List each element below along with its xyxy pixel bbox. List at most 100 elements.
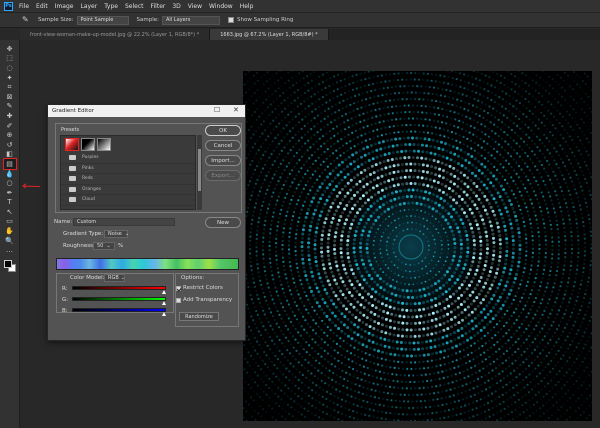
tab-document-1[interactable]: front-view-woman-make-up-model.jpg @ 22.… (20, 29, 211, 40)
artwork-dot (460, 293, 464, 297)
menu-image[interactable]: Image (55, 3, 74, 10)
artwork-dot (274, 107, 277, 111)
foreground-color-swatch[interactable] (3, 260, 12, 269)
red-channel-slider[interactable] (72, 286, 166, 290)
artwork-dot (473, 203, 477, 207)
artwork-dot (501, 345, 504, 348)
history-brush-icon[interactable]: ↺ (4, 140, 16, 150)
more-icon[interactable]: … (4, 245, 16, 255)
eraser-icon[interactable]: ◧ (4, 150, 16, 160)
magic-wand-icon[interactable]: ✦ (4, 73, 16, 83)
menu-type[interactable]: Type (104, 3, 118, 10)
preset-swatch-black-to-transparent[interactable] (81, 138, 95, 151)
sample-select[interactable]: All Layers (162, 15, 220, 25)
ok-button[interactable]: OK (205, 125, 241, 136)
blur-icon[interactable]: 💧 (4, 169, 16, 179)
zoom-icon[interactable]: 🔍 (4, 236, 16, 246)
cancel-button[interactable]: Cancel (205, 140, 241, 151)
color-swatches[interactable] (3, 259, 17, 273)
artwork-dot (362, 92, 365, 95)
randomize-button[interactable]: Randomize (179, 312, 219, 321)
green-channel-thumb[interactable] (161, 301, 166, 305)
tab-document-2[interactable]: 1663.jpg @ 67.2% (Layer 1, RGB/8#) * (210, 29, 329, 40)
menu-window[interactable]: Window (209, 3, 233, 10)
export-button[interactable]: Export... (205, 170, 241, 181)
dodge-icon[interactable]: ○ (4, 178, 16, 188)
move-icon[interactable]: ✥ (4, 44, 16, 54)
preset-folder[interactable]: Cloud (61, 195, 195, 206)
shape-icon[interactable]: ▭ (4, 217, 16, 227)
menu-select[interactable]: Select (125, 3, 144, 10)
artwork-dot (358, 270, 362, 274)
menu-filter[interactable]: Filter (151, 3, 166, 10)
preset-folder[interactable]: Oranges (61, 185, 195, 195)
type-icon[interactable]: T (4, 198, 16, 208)
import-button[interactable]: Import... (205, 155, 241, 166)
artwork-dot (512, 386, 515, 389)
artwork-dot (333, 247, 336, 251)
new-button[interactable]: New (205, 217, 241, 228)
artwork-dot (487, 371, 491, 374)
pen-icon[interactable]: ✒ (4, 188, 16, 198)
artwork-dot (517, 176, 520, 179)
restrict-colors-checkbox[interactable] (176, 286, 181, 291)
preset-folder[interactable]: Pinks (61, 164, 195, 174)
maximize-icon[interactable]: ☐ (214, 106, 220, 114)
add-transparency-checkbox[interactable] (176, 298, 181, 303)
blue-channel-slider[interactable] (72, 308, 166, 312)
stamp-icon[interactable]: ⊕ (4, 130, 16, 140)
hand-icon[interactable]: ✋ (4, 226, 16, 236)
menu-3d[interactable]: 3D (172, 3, 180, 10)
artwork-dot (570, 247, 574, 251)
menu-help[interactable]: Help (240, 3, 254, 10)
roughness-input[interactable]: 50 ⌄ (93, 242, 115, 250)
artwork-dot (448, 164, 452, 168)
photoshop-logo-icon[interactable]: Ps (4, 1, 13, 11)
artwork-dot (475, 407, 478, 410)
blue-channel-thumb[interactable] (161, 312, 166, 316)
green-channel-slider[interactable] (72, 297, 166, 301)
preset-swatch-foreground-to-background[interactable] (65, 138, 79, 151)
frame-icon[interactable]: ⊠ (4, 92, 16, 102)
eyedropper-icon[interactable]: ✎ (22, 15, 32, 25)
artwork-dot (505, 210, 509, 214)
artwork-dot (427, 366, 430, 369)
marquee-icon[interactable]: ⬚ (4, 54, 16, 64)
artwork-dot (333, 213, 337, 216)
preset-swatch-black-to-white[interactable] (97, 138, 111, 151)
name-input[interactable]: Custom (73, 218, 175, 226)
brush-icon[interactable]: ✐ (4, 121, 16, 131)
artwork-dot (396, 124, 400, 127)
document-canvas[interactable] (243, 71, 592, 421)
menu-layer[interactable]: Layer (80, 3, 97, 10)
color-model-select[interactable]: RGB ⌄ (104, 274, 125, 282)
sample-size-select[interactable]: Point Sample (76, 15, 129, 25)
presets-scroll-thumb[interactable] (198, 149, 201, 191)
presets-list[interactable]: Purples Pinks Reds Oranges Cloud (60, 135, 196, 210)
path-selection-icon[interactable]: ↖ (4, 207, 16, 217)
show-sampling-ring-checkbox[interactable] (228, 17, 234, 23)
crop-icon[interactable]: ⌗ (4, 82, 16, 92)
red-channel-thumb[interactable] (161, 290, 166, 294)
menu-view[interactable]: View (188, 3, 202, 10)
artwork-dot (252, 74, 255, 77)
artwork-dot (417, 262, 420, 265)
preset-folder[interactable]: Reds (61, 174, 195, 185)
artwork-dot (540, 379, 543, 383)
eyedropper-icon[interactable]: ✎ (4, 102, 16, 112)
artwork-dot (478, 369, 481, 372)
gradient-type-select[interactable]: Noise ⌄ (104, 230, 129, 238)
presets-scrollbar[interactable] (197, 135, 202, 210)
lasso-icon[interactable]: ◌ (4, 63, 16, 73)
artwork-dot (263, 295, 266, 298)
gradient-icon[interactable]: ▤ (2, 158, 17, 170)
artwork-dot (303, 200, 306, 203)
artwork-dot (379, 197, 383, 201)
preset-folder[interactable]: Purples (61, 153, 195, 164)
healing-icon[interactable]: ✚ (4, 111, 16, 121)
artwork-dot (334, 231, 338, 235)
artwork-dot (453, 160, 457, 164)
menu-file[interactable]: File (19, 3, 29, 10)
close-icon[interactable]: ✕ (233, 106, 239, 114)
menu-edit[interactable]: Edit (36, 3, 48, 10)
